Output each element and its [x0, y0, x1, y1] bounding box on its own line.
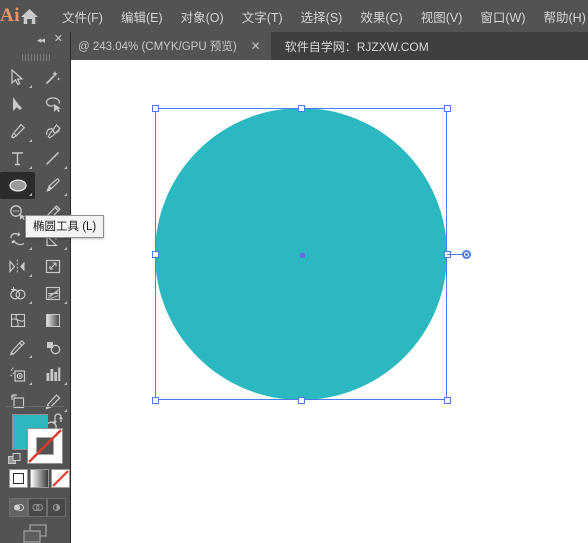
- none-slash-icon: [52, 470, 69, 487]
- swap-fill-stroke-icon[interactable]: [52, 412, 66, 431]
- tool-expand-corner-icon[interactable]: [29, 382, 32, 385]
- curvature-tool[interactable]: [35, 118, 70, 145]
- menu-type[interactable]: 文字(T): [233, 1, 292, 32]
- tool-expand-corner-icon[interactable]: [29, 355, 32, 358]
- tools-panel-header: ◂◂ ✕: [0, 32, 70, 52]
- handle-top-left[interactable]: [152, 105, 159, 112]
- menu-edit[interactable]: 编辑(E): [112, 1, 172, 32]
- rotate-widget-handle[interactable]: [462, 250, 471, 259]
- tool-expand-corner-icon[interactable]: [64, 193, 67, 196]
- tool-expand-corner-icon[interactable]: [29, 193, 32, 196]
- direct-selection-tool[interactable]: [0, 91, 35, 118]
- chevron-collapse-icon[interactable]: ◂◂: [37, 35, 45, 46]
- tool-expand-corner-icon[interactable]: [64, 247, 67, 250]
- stroke-swatch-inner: [36, 437, 54, 455]
- tool-grid: [0, 64, 70, 442]
- tool-expand-corner-icon[interactable]: [29, 139, 32, 142]
- tool-row: [0, 334, 70, 361]
- menu-object[interactable]: 对象(O): [172, 1, 233, 32]
- none-mode-button[interactable]: [51, 469, 70, 488]
- draw-inside-button[interactable]: [47, 498, 66, 517]
- change-screen-mode-button[interactable]: [22, 524, 48, 543]
- free-transform-tool[interactable]: [35, 253, 70, 280]
- document-tab[interactable]: @ 243.04% (CMYK/GPU 预览) ✕: [70, 32, 271, 60]
- menu-effect[interactable]: 效果(C): [351, 1, 411, 32]
- tool-row: [0, 172, 70, 199]
- tool-row: [0, 118, 70, 145]
- magic-wand-tool[interactable]: [35, 64, 70, 91]
- app-logo: Ai: [0, 5, 20, 26]
- tool-expand-corner-icon[interactable]: [64, 301, 67, 304]
- ellipse-shape[interactable]: [155, 108, 447, 400]
- document-tab-bar: @ 243.04% (CMYK/GPU 预览) ✕ 软件自学网：RJZXW.CO…: [0, 32, 588, 60]
- watermark-text: 软件自学网：RJZXW.COM: [284, 39, 429, 54]
- tool-row: [0, 307, 70, 334]
- pen-tool[interactable]: [0, 118, 35, 145]
- tool-row: [0, 361, 70, 388]
- tool-tooltip: 椭圆工具 (L): [25, 215, 105, 238]
- color-mode-swatch-icon: [13, 473, 24, 484]
- tool-expand-corner-icon[interactable]: [29, 247, 32, 250]
- menu-window[interactable]: 窗口(W): [471, 1, 534, 32]
- lasso-tool[interactable]: [35, 91, 70, 118]
- tool-row: [0, 91, 70, 118]
- paint-mode-row: [9, 469, 70, 488]
- ellipse-tool[interactable]: [0, 172, 35, 199]
- document-tab-label: @ 243.04% (CMYK/GPU 预览): [78, 41, 237, 53]
- column-graph-tool[interactable]: [35, 361, 70, 388]
- illustrator-window: Ai 文件(F) 编辑(E) 对象(O) 文字(T) 选择(S) 效果(C) 视…: [0, 0, 588, 543]
- menu-bar: Ai 文件(F) 编辑(E) 对象(O) 文字(T) 选择(S) 效果(C) 视…: [0, 0, 588, 32]
- line-segment-tool[interactable]: [35, 145, 70, 172]
- close-icon[interactable]: ✕: [247, 40, 265, 52]
- tool-row: [0, 280, 70, 307]
- tool-expand-corner-icon[interactable]: [64, 166, 67, 169]
- drawing-mode-row: [9, 498, 66, 517]
- menu-view[interactable]: 视图(V): [412, 1, 472, 32]
- tools-panel: ◂◂ ✕ 椭圆工具 (L): [0, 32, 105, 543]
- color-mode-button[interactable]: [9, 469, 28, 488]
- handle-bottom-right[interactable]: [444, 397, 451, 404]
- tool-expand-corner-icon[interactable]: [29, 166, 32, 169]
- handle-bottom-left[interactable]: [152, 397, 159, 404]
- menu-select[interactable]: 选择(S): [292, 1, 352, 32]
- tool-expand-corner-icon[interactable]: [29, 85, 32, 88]
- menu-file[interactable]: 文件(F): [53, 1, 112, 32]
- gradient-tool[interactable]: [35, 307, 70, 334]
- symbol-sprayer-tool[interactable]: [0, 361, 35, 388]
- blend-tool[interactable]: [35, 334, 70, 361]
- gradient-mode-button[interactable]: [30, 469, 49, 488]
- perspective-grid-tool[interactable]: [35, 280, 70, 307]
- handle-top-right[interactable]: [444, 105, 451, 112]
- home-icon[interactable]: [20, 8, 39, 25]
- tool-row: [0, 64, 70, 91]
- draw-normal-button[interactable]: [9, 498, 28, 517]
- tool-row: [0, 145, 70, 172]
- tool-expand-corner-icon[interactable]: [29, 274, 32, 277]
- close-icon[interactable]: ✕: [54, 34, 63, 45]
- panel-drag-grip[interactable]: [22, 54, 50, 61]
- tool-expand-corner-icon[interactable]: [29, 301, 32, 304]
- menu-item-list: 文件(F) 编辑(E) 对象(O) 文字(T) 选择(S) 效果(C) 视图(V…: [53, 1, 588, 32]
- type-tool[interactable]: [0, 145, 35, 172]
- eyedropper-tool[interactable]: [0, 334, 35, 361]
- selection-tool[interactable]: [0, 64, 35, 91]
- canvas-area[interactable]: [70, 60, 588, 543]
- tool-expand-corner-icon[interactable]: [64, 382, 67, 385]
- color-controls: [0, 406, 70, 543]
- stroke-swatch[interactable]: [27, 428, 63, 464]
- shape-builder-tool[interactable]: [0, 280, 35, 307]
- tool-row: [0, 253, 70, 280]
- width-tool[interactable]: [0, 253, 35, 280]
- mesh-tool[interactable]: [0, 307, 35, 334]
- paintbrush-tool[interactable]: [35, 172, 70, 199]
- draw-behind-button[interactable]: [28, 498, 47, 517]
- menu-help[interactable]: 帮助(H): [535, 1, 588, 32]
